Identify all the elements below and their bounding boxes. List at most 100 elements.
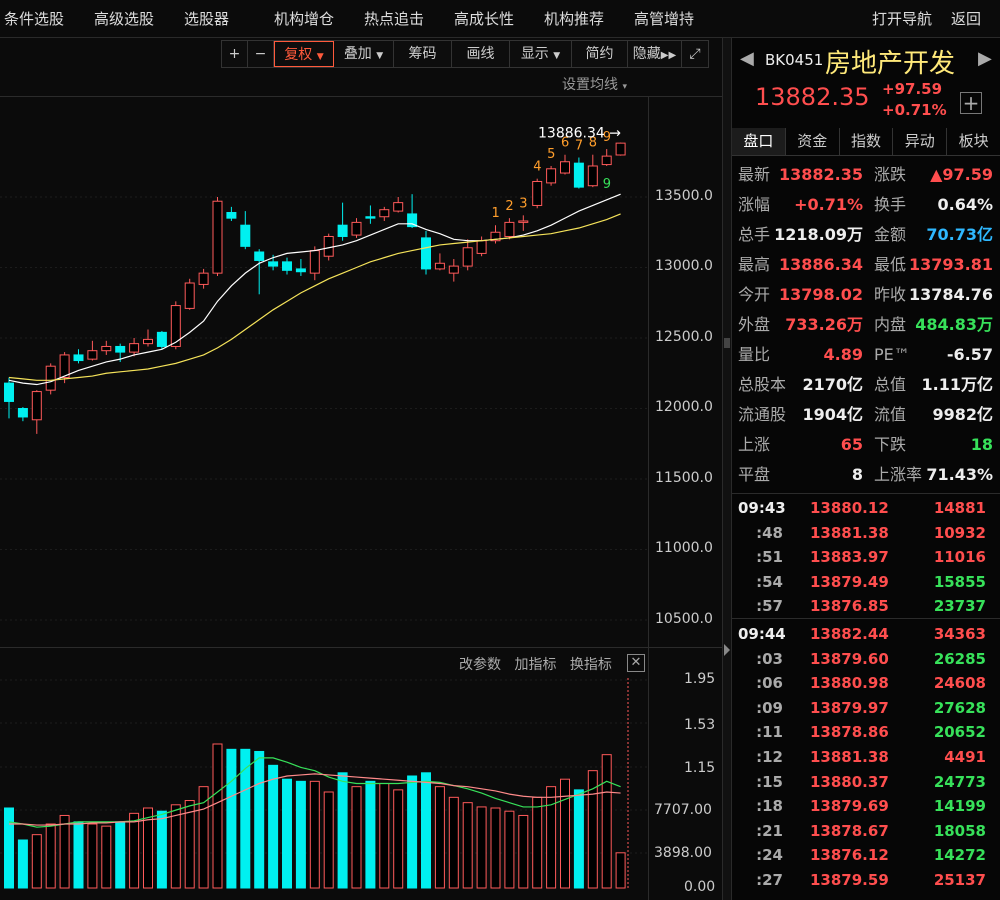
tick-price: 13876.85	[810, 597, 889, 616]
chart-pane: 1 2 3 4 5 6 7 8 9 9 13886.34 →	[0, 38, 722, 900]
tab-index[interactable]: 指数	[840, 128, 894, 155]
tick-time: :51	[756, 548, 783, 567]
quote-row: 最高 13886.34 最低 13793.81	[732, 250, 1000, 280]
stat-value: 13798.02	[778, 285, 863, 304]
add-watchlist-icon[interactable]: +	[960, 92, 982, 114]
stat-value: 484.83万	[915, 315, 993, 334]
quote-row: 总股本 2170亿 总值 1.11万亿	[732, 370, 1000, 400]
tick-row: :03 13879.60 26285	[732, 647, 1000, 672]
overlay-dropdown[interactable]: 叠加 ▼	[334, 41, 394, 67]
edit-params-button[interactable]: 改参数	[459, 657, 501, 673]
tick-row: :12 13881.38 4491	[732, 745, 1000, 770]
tick-row: :11 13878.86 20652	[732, 720, 1000, 745]
tick-time: :27	[756, 871, 783, 889]
top-nav: 条件选股 高级选股 选股器 机构增仓 热点追击 高成长性 机构推荐 高管增持 打…	[0, 0, 1000, 38]
y-axis-label: 11000.0	[655, 540, 713, 556]
nav-item-stock-picker[interactable]: 选股器	[184, 0, 229, 38]
hide-button[interactable]: 隐藏▶▶	[628, 41, 682, 67]
volume-chart[interactable]	[0, 38, 722, 900]
volume-bar	[212, 743, 223, 889]
stat-label: 外盘	[738, 315, 771, 334]
vol-axis-label: 3898.00	[654, 845, 712, 861]
stat-value: 13784.76	[908, 285, 993, 304]
fuquan-dropdown[interactable]: 复权 ▼	[274, 41, 334, 67]
stat-label: 涨幅	[738, 195, 771, 214]
nav-item-hot-chase[interactable]: 热点追击	[364, 0, 424, 38]
nav-item-high-growth[interactable]: 高成长性	[454, 0, 514, 38]
display-dropdown[interactable]: 显示 ▼	[510, 41, 572, 67]
stat-value: 8	[851, 465, 863, 484]
tick-row: :06 13880.98 24608	[732, 671, 1000, 696]
volume-bar	[240, 748, 251, 889]
pane-splitter[interactable]	[722, 38, 732, 900]
simple-button[interactable]: 简约	[572, 41, 628, 67]
stat-value: 4.89	[823, 345, 863, 364]
quote-row: 上涨 65 下跌 18	[732, 430, 1000, 460]
zoom-in-button[interactable]: +	[222, 41, 248, 67]
nav-item-institution-recommend[interactable]: 机构推荐	[544, 0, 604, 38]
volume-bar	[184, 800, 195, 889]
volume-bar	[601, 754, 612, 889]
price-change-pct: +0.71%	[882, 101, 947, 119]
volume-bar	[226, 748, 237, 889]
nav-item-condition-select[interactable]: 条件选股	[4, 0, 64, 38]
zoom-out-button[interactable]: −	[248, 41, 274, 67]
volume-bar	[448, 796, 459, 889]
fullscreen-icon[interactable]: ⤢	[682, 41, 708, 67]
indicator-tools: 改参数 加指标 换指标	[459, 654, 621, 674]
open-nav-button[interactable]: 打开导航	[872, 0, 932, 38]
volume-bar	[518, 814, 529, 889]
prev-stock-icon[interactable]: ◀	[740, 48, 754, 69]
tick-row: :48 13881.38 10932	[732, 521, 1000, 546]
stat-value: 1904亿	[802, 405, 863, 424]
nav-item-advanced-select[interactable]: 高级选股	[94, 0, 154, 38]
stat-label: 涨跌	[874, 165, 907, 184]
stat-label: 总股本	[738, 375, 787, 394]
volume-bar	[573, 789, 584, 889]
next-stock-icon[interactable]: ▶	[978, 48, 992, 69]
ma-setting-label: 设置均线	[562, 77, 618, 93]
stat-value: 733.26万	[785, 315, 863, 334]
switch-indicator-button[interactable]: 换指标	[570, 657, 612, 673]
nav-item-institution-add[interactable]: 机构增仓	[274, 0, 334, 38]
tab-funds[interactable]: 资金	[786, 128, 840, 155]
add-indicator-button[interactable]: 加指标	[514, 657, 556, 673]
stat-label: 上涨	[738, 435, 771, 454]
back-button[interactable]: 返回	[951, 0, 981, 38]
tick-price: 13880.12	[810, 499, 889, 517]
volume-bar	[407, 775, 418, 889]
tick-time: :09	[756, 698, 783, 717]
tab-panel[interactable]: 盘口	[732, 128, 786, 155]
vol-axis-label: 0.00	[684, 879, 716, 895]
tick-row: 09:44 13882.44 34363	[732, 622, 1000, 647]
last-price: 13882.35	[755, 83, 870, 111]
chips-button[interactable]: 筹码	[394, 41, 452, 67]
ma-setting-dropdown[interactable]: 设置均线 ▾	[562, 74, 627, 94]
tick-volume: 10932	[933, 523, 986, 542]
close-icon[interactable]: ✕	[627, 654, 645, 672]
tick-price: 13881.38	[810, 748, 889, 766]
y-axis-label: 13000.0	[655, 258, 713, 274]
price-change: +97.59	[882, 80, 943, 98]
nav-item-executive-add[interactable]: 高管增持	[634, 0, 694, 38]
tick-volume: 14272	[933, 846, 986, 865]
volume-bar	[393, 789, 404, 889]
stat-value: +0.71%	[794, 195, 863, 214]
y-axis-label: 11500.0	[655, 470, 713, 486]
chart-toolbar: + − 复权 ▼ 叠加 ▼ 筹码 画线 显示 ▼ 简约 隐藏▶▶ ⤢	[221, 40, 709, 68]
volume-bar	[490, 807, 501, 889]
volume-bar	[532, 796, 543, 889]
volume-bar	[337, 772, 348, 889]
quote-row: 最新 13882.35 涨跌 ▲97.59	[732, 160, 1000, 190]
stat-label: 上涨率	[874, 465, 923, 484]
tab-sector[interactable]: 板块	[947, 128, 1000, 155]
draw-line-button[interactable]: 画线	[452, 41, 510, 67]
volume-bar	[101, 825, 112, 889]
tab-movement[interactable]: 异动	[893, 128, 948, 155]
quote-row: 涨幅 +0.71% 换手 0.64%	[732, 190, 1000, 220]
stat-label: 昨收	[874, 285, 907, 304]
volume-bar	[198, 786, 209, 889]
volume-bar	[254, 750, 265, 889]
vol-axis-label: 1.53	[684, 717, 716, 733]
tick-price: 13878.67	[810, 821, 889, 840]
